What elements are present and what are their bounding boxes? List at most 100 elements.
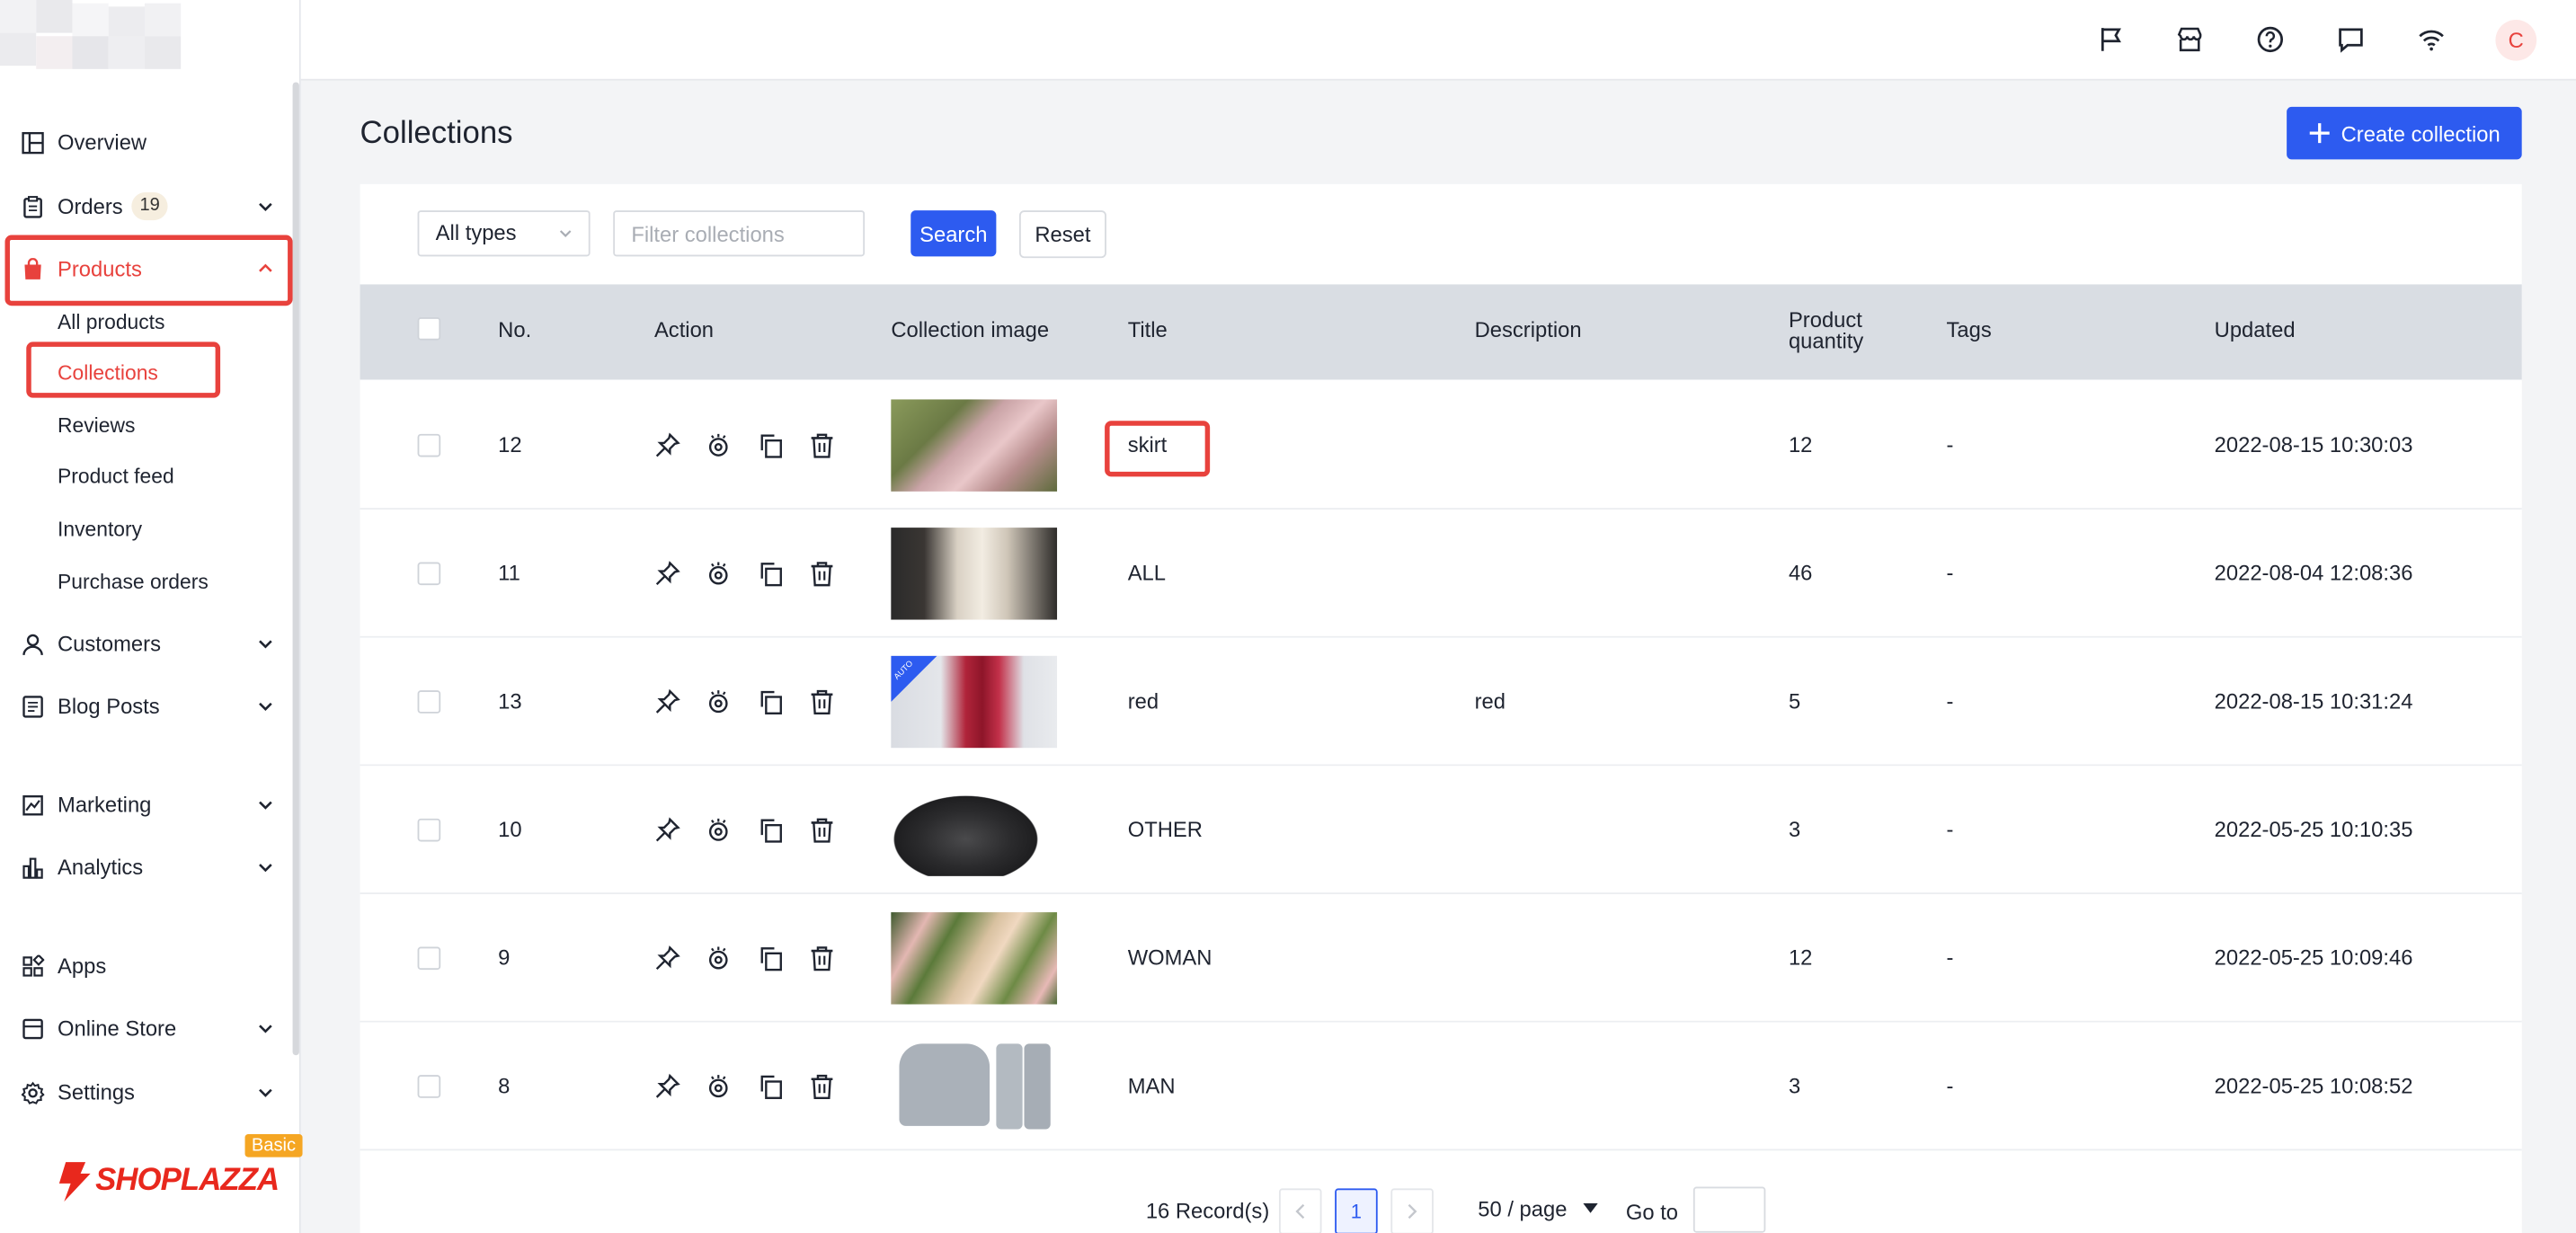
row-title[interactable]: OTHER — [1128, 818, 1203, 842]
reset-button[interactable]: Reset — [1018, 210, 1106, 259]
sidebar-item-settings[interactable]: Settings — [0, 1069, 293, 1118]
sidebar-scrollbar[interactable] — [292, 82, 299, 1056]
row-checkbox[interactable] — [417, 818, 441, 842]
store-icon[interactable] — [2175, 24, 2205, 54]
sidebar-item-analytics[interactable]: Analytics — [0, 843, 293, 892]
copy-icon[interactable] — [758, 945, 784, 971]
row-checkbox[interactable] — [417, 1075, 441, 1098]
avatar[interactable]: C — [2495, 19, 2537, 61]
sidebar-item-apps[interactable]: Apps — [0, 942, 293, 991]
row-title[interactable]: MAN — [1128, 1074, 1176, 1098]
table-row[interactable] — [360, 637, 2522, 767]
orders-icon — [22, 196, 45, 219]
trash-icon[interactable] — [809, 688, 835, 714]
preview-icon[interactable] — [706, 817, 732, 843]
copy-icon[interactable] — [758, 688, 784, 714]
sidebar-item-online-store[interactable]: Online Store — [0, 1005, 293, 1054]
copy-icon[interactable] — [758, 817, 784, 843]
chevron-down-icon[interactable] — [256, 1083, 274, 1101]
select-all-checkbox[interactable] — [417, 316, 441, 341]
row-checkbox[interactable] — [417, 433, 441, 457]
pagination-bar — [360, 1182, 2522, 1233]
column-header-updated[interactable]: Updated — [2215, 319, 2296, 341]
trash-icon[interactable] — [809, 945, 835, 971]
table-row[interactable] — [360, 766, 2522, 894]
chat-icon[interactable] — [2336, 24, 2366, 54]
sidebar-subitem-purchase-orders[interactable]: Purchase orders — [58, 571, 209, 594]
sidebar-subitem-product-feed[interactable]: Product feed — [58, 466, 174, 489]
chevron-down-icon[interactable] — [256, 858, 274, 876]
trash-icon[interactable] — [809, 817, 835, 843]
pin-icon[interactable] — [654, 817, 680, 843]
row-title[interactable]: ALL — [1128, 562, 1166, 586]
pin-icon[interactable] — [654, 561, 680, 587]
preview-icon[interactable] — [706, 561, 732, 587]
sidebar-subitem-all-products[interactable]: All products — [58, 311, 164, 334]
collection-image — [891, 912, 1058, 1005]
table-row[interactable] — [360, 381, 2522, 510]
trash-icon[interactable] — [809, 1073, 835, 1099]
preview-icon[interactable] — [706, 432, 732, 458]
create-collection-button[interactable]: Create collection — [2287, 106, 2522, 160]
flag-icon[interactable] — [2096, 24, 2126, 54]
filter-collections-input[interactable] — [613, 210, 866, 257]
prev-page-button[interactable] — [1278, 1188, 1322, 1233]
table-row[interactable] — [360, 893, 2522, 1023]
sidebar-item-orders[interactable]: Orders 19 — [0, 182, 293, 232]
preview-icon[interactable] — [706, 1073, 732, 1099]
goto-label: Go to — [1625, 1200, 1679, 1225]
trash-icon[interactable] — [809, 432, 835, 458]
page-size-select[interactable]: 50 / page — [1478, 1197, 1599, 1221]
column-header-quantity-line1[interactable]: Product — [1789, 309, 1862, 331]
pin-icon[interactable] — [654, 945, 680, 971]
chevron-down-icon[interactable] — [256, 634, 274, 652]
help-icon[interactable] — [2255, 24, 2285, 54]
column-header-no[interactable]: No. — [498, 319, 531, 341]
pin-icon[interactable] — [654, 1073, 680, 1099]
column-header-title[interactable]: Title — [1128, 319, 1168, 341]
caret-down-icon — [1583, 1202, 1599, 1213]
copy-icon[interactable] — [758, 432, 784, 458]
row-updated: 2022-05-25 10:10:35 — [2214, 817, 2413, 842]
pin-icon[interactable] — [654, 688, 680, 714]
goto-page-input[interactable] — [1692, 1186, 1766, 1233]
chevron-down-icon[interactable] — [256, 795, 274, 813]
chevron-down-icon[interactable] — [256, 197, 274, 215]
next-page-button[interactable] — [1390, 1188, 1434, 1233]
column-header-quantity-line2[interactable]: quantity — [1789, 331, 1863, 352]
page-number-button[interactable]: 1 — [1335, 1188, 1378, 1233]
pin-icon[interactable] — [654, 432, 680, 458]
row-checkbox[interactable] — [417, 690, 441, 714]
row-checkbox[interactable] — [417, 562, 441, 586]
sidebar-item-label: Marketing — [58, 792, 152, 818]
row-checkbox[interactable] — [417, 946, 441, 971]
sidebar-item-marketing[interactable]: Marketing — [0, 781, 293, 830]
gear-icon — [21, 1081, 45, 1104]
sidebar-item-overview[interactable]: Overview — [0, 119, 293, 168]
table-row[interactable] — [360, 509, 2522, 638]
copy-icon[interactable] — [758, 1073, 784, 1099]
row-tags: - — [1946, 560, 1954, 586]
row-tags: - — [1946, 945, 1954, 971]
trash-icon[interactable] — [809, 561, 835, 587]
copy-icon[interactable] — [758, 561, 784, 587]
sidebar-item-label: Settings — [58, 1079, 135, 1105]
sidebar-item-customers[interactable]: Customers — [0, 620, 293, 670]
preview-icon[interactable] — [706, 688, 732, 714]
sidebar-subitem-inventory[interactable]: Inventory — [58, 518, 142, 541]
chevron-down-icon[interactable] — [256, 696, 274, 714]
row-no: 13 — [498, 688, 522, 714]
row-title[interactable]: red — [1128, 689, 1159, 714]
table-row[interactable] — [360, 1022, 2522, 1151]
row-title[interactable]: WOMAN — [1128, 946, 1212, 971]
store-logo[interactable] — [0, 0, 263, 75]
column-header-action: Action — [653, 316, 715, 342]
search-button[interactable]: Search — [910, 210, 997, 257]
sidebar-subitem-reviews[interactable]: Reviews — [58, 414, 135, 438]
preview-icon[interactable] — [706, 945, 732, 971]
wifi-icon[interactable] — [2417, 24, 2447, 54]
chevron-down-icon[interactable] — [256, 1019, 274, 1037]
type-select[interactable]: All types — [417, 210, 591, 257]
orders-count-badge: 19 — [131, 191, 169, 221]
sidebar-item-blog-posts[interactable]: Blog Posts — [0, 682, 293, 732]
